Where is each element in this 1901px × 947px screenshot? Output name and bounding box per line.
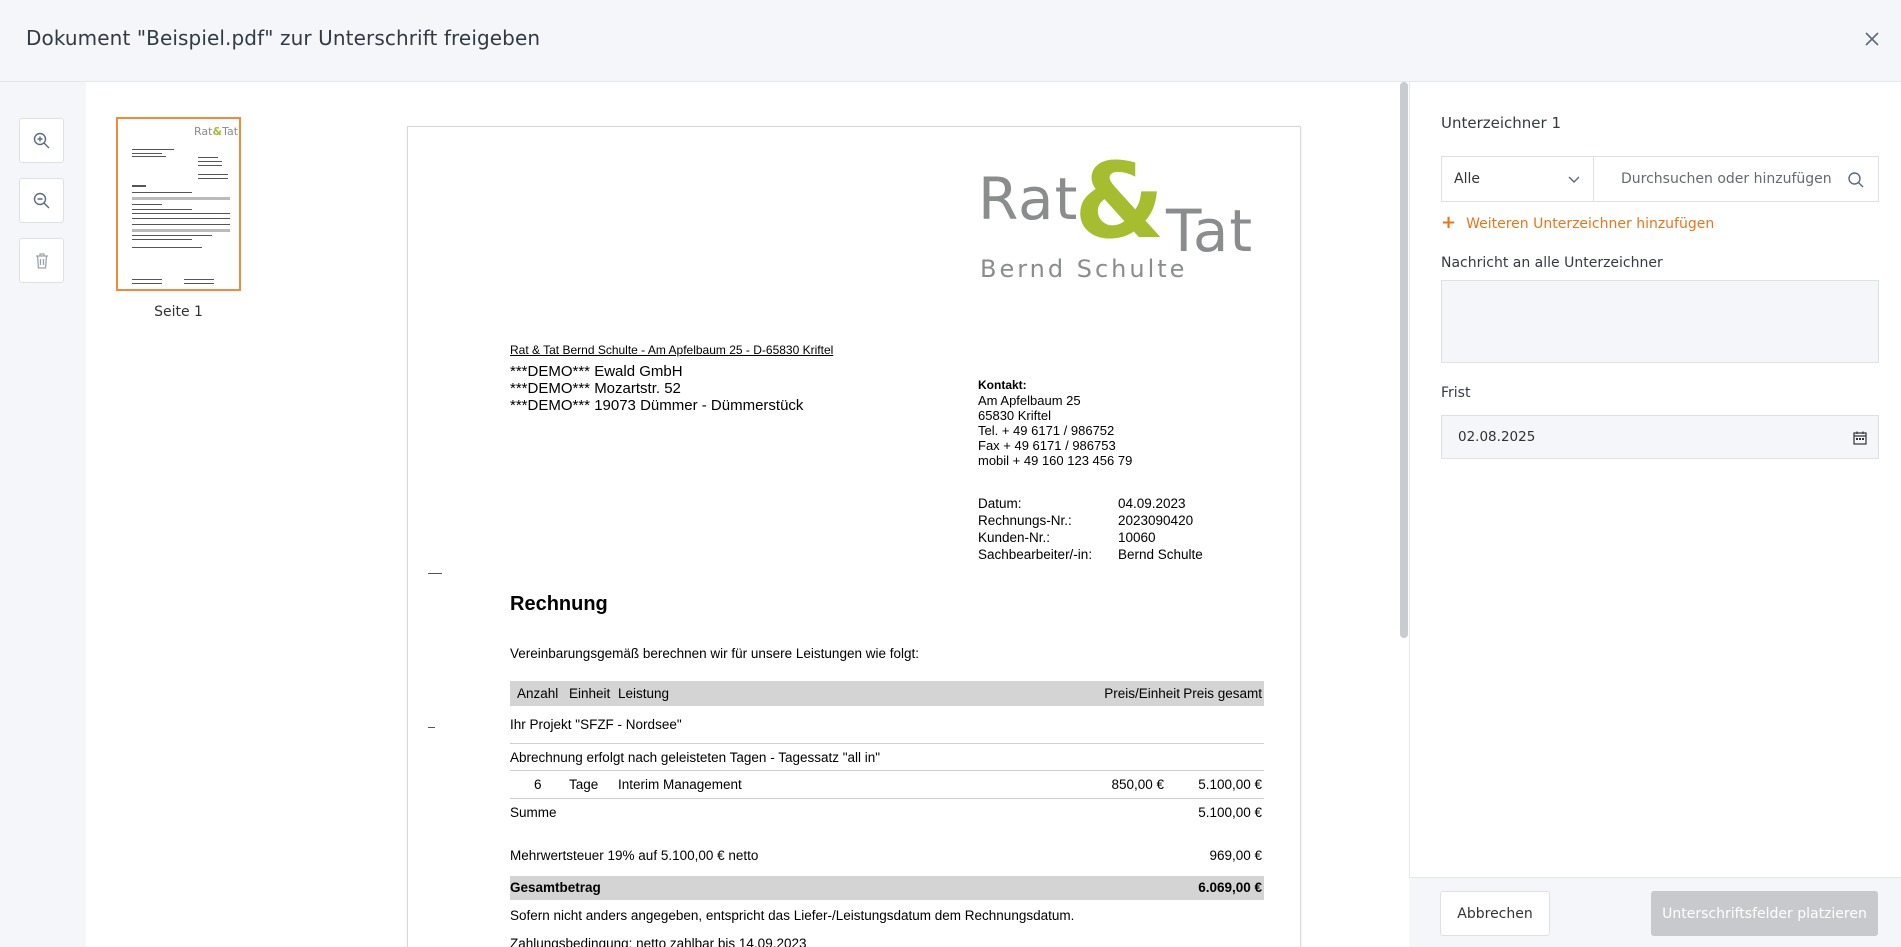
meta-value: 04.09.2023 [1118,496,1186,511]
deadline-label: Frist [1441,385,1471,401]
thumbnail-label: Seite 1 [154,304,203,320]
delivery-note: Sofern nicht anders angegeben, entsprich… [510,908,1075,923]
table-row: 6 Tage Interim Management 850,00 € 5.100… [510,772,1264,794]
project-line: Ihr Projekt "SFZF - Nordsee" [510,717,682,732]
table-header: Anzahl Einheit Leistung Preis/Einheit Pr… [510,681,1264,706]
contact-block: Kontakt: Am Apfelbaum 25 65830 Kriftel T… [978,378,1132,468]
item-anzahl: 6 [534,777,542,792]
summe-row: Summe 5.100,00 € [510,800,1264,822]
contact-line: 65830 Kriftel [978,408,1051,423]
cancel-button[interactable]: Abbrechen [1440,891,1550,936]
invoice-intro: Vereinbarungsgemäß berechnen wir für uns… [510,646,919,661]
gesamt-row: Gesamtbetrag 6.069,00 € [510,876,1264,900]
zoom-in-icon [33,132,49,148]
message-textarea[interactable] [1441,280,1879,363]
add-signer-label: Weiteren Unterzeichner hinzufügen [1466,215,1715,232]
col-preis-einheit: Preis/Einheit [1104,686,1180,701]
payment-terms: Zahlungsbedingung: netto zahlbar bis 14.… [510,936,807,947]
item-leistung: Interim Management [618,777,742,792]
meta-key: Datum: [978,496,1022,511]
fold-mark [428,573,442,574]
logo-subtitle: Bernd Schulte [980,255,1188,283]
meta-key: Kunden-Nr.: [978,530,1051,545]
signer-filter-select[interactable]: Alle [1441,156,1593,202]
document-page[interactable]: Rat & Tat Bernd Schulte Rat & Tat Bernd … [407,126,1301,947]
gesamt-label: Gesamtbetrag [510,880,601,895]
col-anzahl: Anzahl [517,686,559,701]
invoice-heading: Rechnung [510,593,608,615]
item-preis-einheit: 850,00 € [1111,777,1164,792]
signer-title: Unterzeichner 1 [1441,114,1561,132]
dialog-footer: Abbrechen Unterschriftsfelder platzieren [1409,877,1901,947]
punch-mark [428,727,435,728]
contact-line: mobil + 49 160 123 456 79 [978,453,1133,468]
company-logo: Rat & Tat Bernd Schulte [978,149,1268,283]
trash-icon [35,252,48,269]
recipient-line: ***DEMO*** 19073 Dümmer - Dümmerstück [510,397,804,414]
thumbnail-logo: Rat&Tat [194,125,239,138]
table-divider [510,798,1264,799]
thumbnail-panel: Rat&Tat Seite 1 [86,82,356,947]
chevron-down-icon [1568,176,1580,183]
recipient-address: ***DEMO*** Ewald GmbH ***DEMO*** Mozarts… [510,363,803,414]
close-icon[interactable] [1861,28,1883,50]
summe-label: Summe [510,805,557,820]
table-row: Abrechnung erfolgt nach geleisteten Tage… [510,745,1264,767]
viewer-toolbar [0,82,86,947]
plus-icon: + [1441,212,1457,233]
recipient-line: ***DEMO*** Ewald GmbH [510,363,683,380]
summe-value: 5.100,00 € [1198,805,1262,820]
zoom-in-button[interactable] [19,118,64,163]
contact-line: Fax + 49 6171 / 986753 [978,438,1116,453]
dialog-title: Dokument "Beispiel.pdf" zur Unterschrift… [26,26,541,50]
col-preis-gesamt: Preis gesamt [1183,686,1262,701]
delete-page-button[interactable] [19,238,64,283]
gesamt-value: 6.069,00 € [1198,880,1262,895]
zoom-out-button[interactable] [19,178,64,223]
meta-value: 10060 [1118,530,1156,545]
col-leistung: Leistung [618,686,670,701]
table-divider [510,743,1264,744]
meta-value: Bernd Schulte [1118,547,1203,562]
message-label: Nachricht an alle Unterzeichner [1441,255,1663,271]
search-icon[interactable] [1846,170,1866,190]
page-thumbnail[interactable]: Rat&Tat [116,117,241,291]
deadline-date-input[interactable]: 02.08.2025 [1441,415,1879,459]
mwst-row: Mehrwertsteuer 19% auf 5.100,00 € netto … [510,843,1264,865]
contact-title: Kontakt: [978,378,1027,392]
col-einheit: Einheit [569,686,611,701]
signer-search-input[interactable] [1621,171,1831,187]
deadline-value: 02.08.2025 [1458,429,1536,445]
table-row: Ihr Projekt "SFZF - Nordsee" [510,712,1264,734]
viewer-scrollbar[interactable] [1400,82,1408,638]
place-signature-fields-button[interactable]: Unterschriftsfelder platzieren [1651,891,1878,936]
zoom-out-icon [33,192,49,208]
invoice-meta: Datum: 04.09.2023 Rechnungs-Nr.: 202309042… [978,495,1203,563]
item-einheit: Tage [569,777,599,792]
meta-value: 2023090420 [1118,513,1194,528]
contact-line: Am Apfelbaum 25 [978,393,1081,408]
table-divider [510,770,1264,771]
select-value: Alle [1454,171,1480,187]
meta-key: Rechnungs-Nr.: [978,513,1072,528]
billing-note: Abrechnung erfolgt nach geleisteten Tage… [510,750,881,765]
sender-line: Rat & Tat Bernd Schulte - Am Apfelbaum 2… [510,343,834,357]
mwst-value: 969,00 € [1209,848,1262,863]
item-preis-gesamt: 5.100,00 € [1198,777,1262,792]
mwst-label: Mehrwertsteuer 19% auf 5.100,00 € netto [510,848,759,863]
dialog-header: Dokument "Beispiel.pdf" zur Unterschrift… [0,0,1901,82]
logo-ampersand: & [1074,140,1165,262]
meta-key: Sachbearbeiter/-in: [978,547,1093,562]
recipient-line: ***DEMO*** Mozartstr. 52 [510,380,681,397]
add-signer-link[interactable]: + Weiteren Unterzeichner hinzufügen [1441,212,1715,233]
contact-line: Tel. + 49 6171 / 986752 [978,423,1115,438]
logo-text-rat: Rat [978,165,1079,233]
signer-search-field[interactable] [1593,156,1879,202]
calendar-icon[interactable] [1852,430,1868,446]
signer-panel: Unterzeichner 1 Alle + Weiteren Unterzei… [1409,82,1901,947]
